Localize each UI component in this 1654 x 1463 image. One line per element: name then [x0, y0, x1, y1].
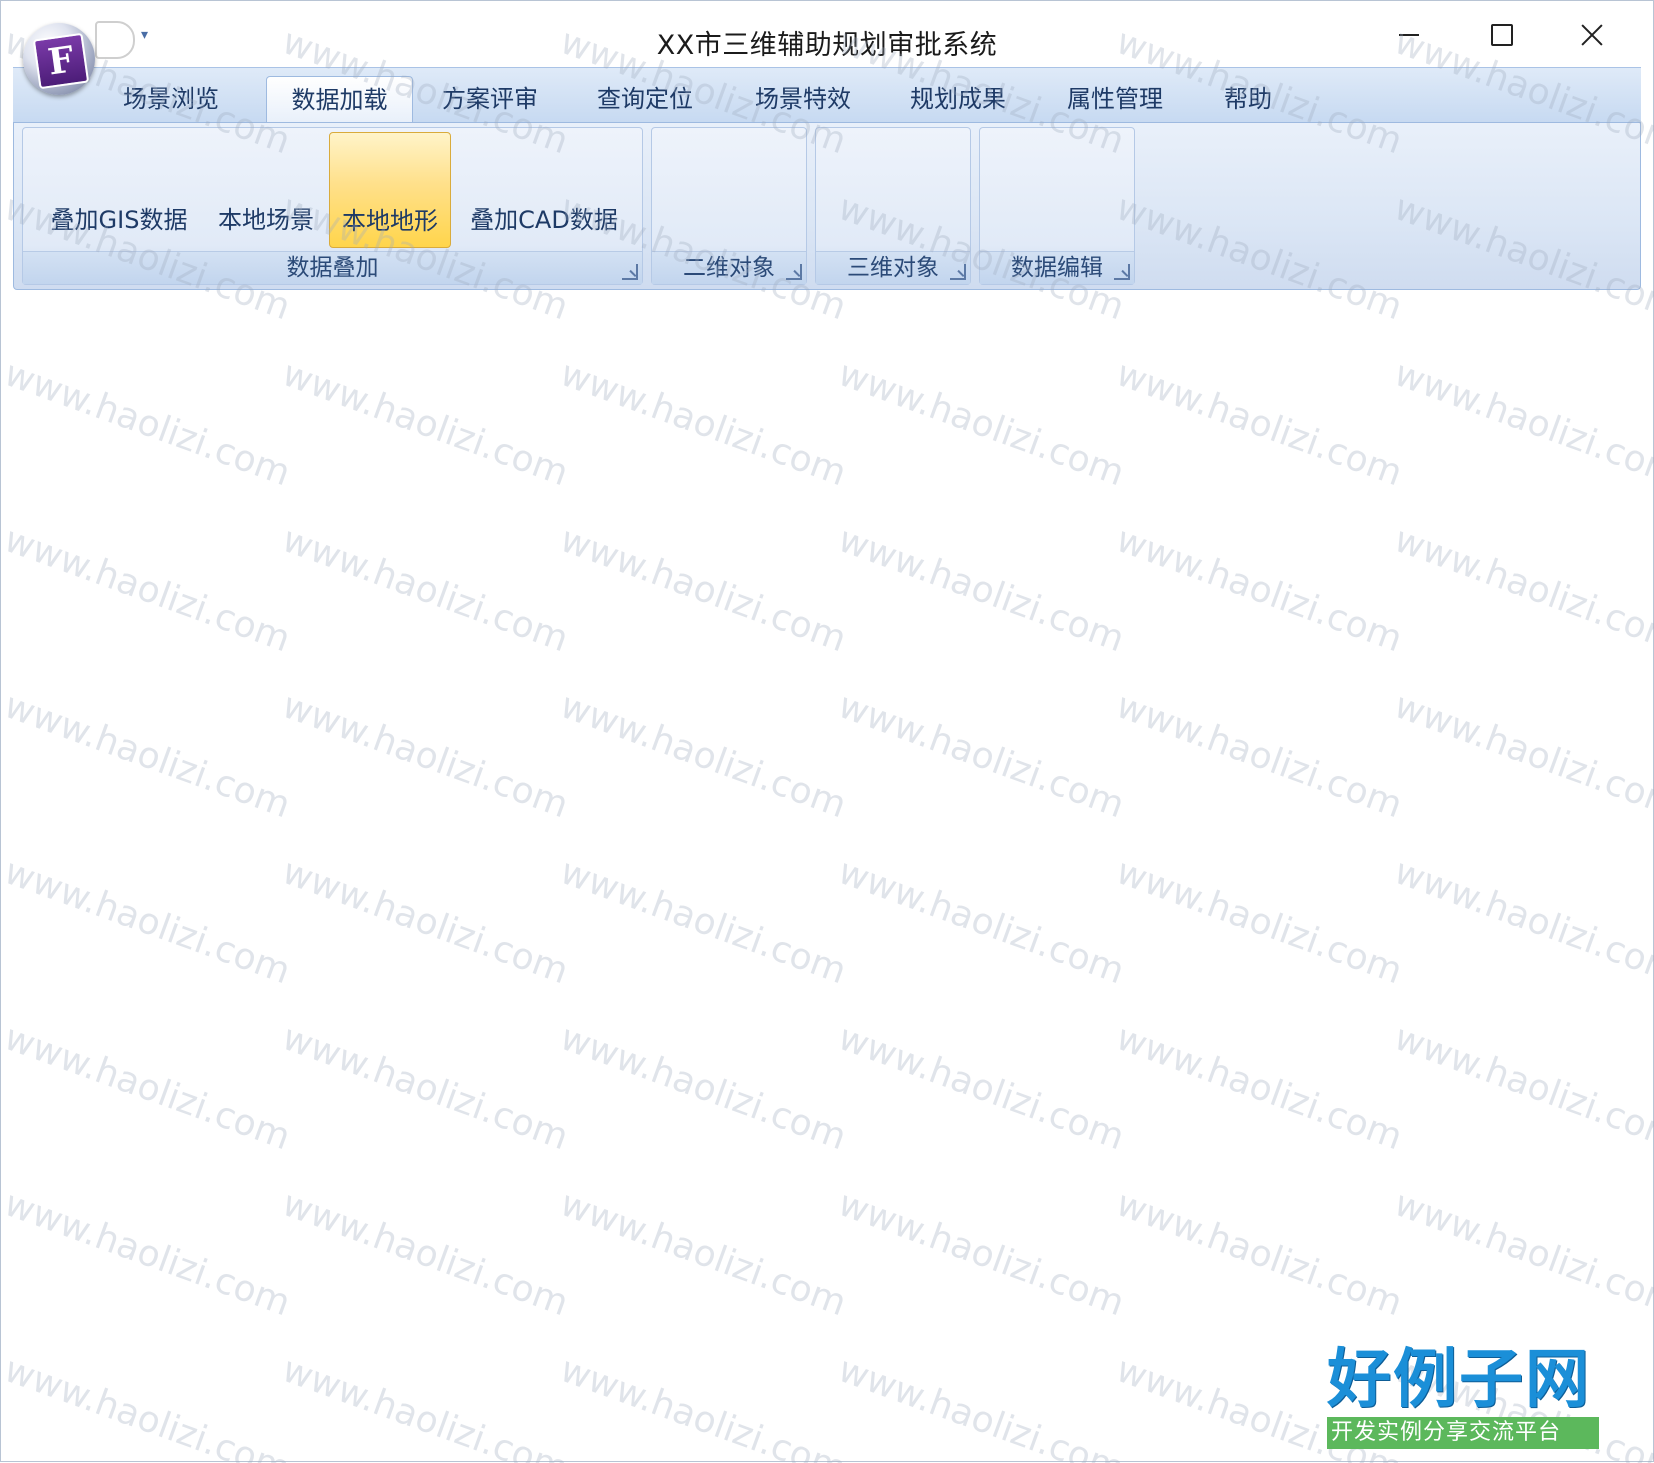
watermark-text: www.haolizi.com: [554, 519, 852, 661]
overlay-gis-data-button[interactable]: 叠加GIS数据: [35, 132, 203, 248]
watermark-text: www.haolizi.com: [554, 1183, 852, 1325]
watermark-text: www.haolizi.com: [832, 1349, 1130, 1463]
watermark-text: www.haolizi.com: [1110, 353, 1408, 495]
group-caption: 数据编辑: [980, 251, 1134, 284]
brand-subtitle: 开发实例分享交流平台: [1327, 1417, 1599, 1449]
watermark-text: www.haolizi.com: [1, 1017, 296, 1159]
watermark-text: www.haolizi.com: [276, 851, 574, 993]
tab-data-load[interactable]: 数据加载: [266, 76, 413, 125]
watermark-text: www.haolizi.com: [832, 519, 1130, 661]
tab-query-locate[interactable]: 查询定位: [579, 76, 711, 124]
watermark-text: www.haolizi.com: [276, 1017, 574, 1159]
watermark-text: www.haolizi.com: [1110, 519, 1408, 661]
quick-access-dropdown-icon[interactable]: ▾: [141, 27, 148, 43]
watermark-text: www.haolizi.com: [1110, 685, 1408, 827]
tab-scene-browse[interactable]: 场景浏览: [105, 76, 237, 124]
group-3d-objects: 三维对象: [815, 127, 971, 285]
watermark-text: www.haolizi.com: [1110, 1017, 1408, 1159]
dialog-launcher-icon[interactable]: [950, 264, 966, 280]
watermark-text: www.haolizi.com: [1110, 851, 1408, 993]
app-logo-icon: F: [32, 32, 90, 90]
watermark-text: www.haolizi.com: [1388, 1183, 1654, 1325]
watermark-text: www.haolizi.com: [1388, 1017, 1654, 1159]
watermark-text: www.haolizi.com: [554, 353, 852, 495]
watermark-text: www.haolizi.com: [832, 353, 1130, 495]
local-scene-button[interactable]: 本地场景: [211, 132, 321, 248]
ribbon-tab-bar: 场景浏览 数据加载 方案评审 查询定位 场景特效 规划成果 属性管理 帮助: [13, 67, 1641, 125]
watermark-text: www.haolizi.com: [276, 685, 574, 827]
local-terrain-button[interactable]: 本地地形: [329, 132, 451, 248]
tab-attribute-management[interactable]: 属性管理: [1049, 76, 1181, 124]
watermark-text: www.haolizi.com: [276, 1349, 574, 1463]
dialog-launcher-icon[interactable]: [622, 264, 638, 280]
watermark-text: www.haolizi.com: [1388, 353, 1654, 495]
group-2d-objects: 二维对象: [651, 127, 807, 285]
watermark-text: www.haolizi.com: [554, 1349, 852, 1463]
tab-plan-review[interactable]: 方案评审: [424, 76, 556, 124]
watermark-text: www.haolizi.com: [1, 1183, 296, 1325]
watermark-text: www.haolizi.com: [1110, 1183, 1408, 1325]
quick-access-icon[interactable]: [95, 21, 135, 59]
dialog-launcher-icon[interactable]: [1114, 264, 1130, 280]
watermark-text: www.haolizi.com: [1, 685, 296, 827]
group-data-overlay: 叠加GIS数据 本地场景 本地地形 叠加CAD数据 数据叠加: [22, 127, 643, 285]
watermark-text: www.haolizi.com: [276, 353, 574, 495]
tab-planning-results[interactable]: 规划成果: [892, 76, 1024, 124]
watermark-text: www.haolizi.com: [1, 1349, 296, 1463]
watermark-text: www.haolizi.com: [1388, 685, 1654, 827]
brand-title: 好例子网: [1327, 1342, 1591, 1417]
application-menu-button[interactable]: F: [23, 23, 95, 95]
watermark-text: www.haolizi.com: [832, 685, 1130, 827]
watermark-text: www.haolizi.com: [1, 519, 296, 661]
watermark-text: www.haolizi.com: [276, 1183, 574, 1325]
watermark-text: www.haolizi.com: [1, 353, 296, 495]
watermark-text: www.haolizi.com: [1388, 851, 1654, 993]
watermark-text: www.haolizi.com: [832, 1183, 1130, 1325]
group-data-edit: 数据编辑: [979, 127, 1135, 285]
close-button[interactable]: [1563, 15, 1623, 55]
overlay-cad-data-button[interactable]: 叠加CAD数据: [459, 132, 629, 248]
application-window: XX市三维辅助规划审批系统 ▾ F 场景浏览 数据加载 方案评审 查询定位 场景…: [0, 0, 1654, 1463]
watermark-text: www.haolizi.com: [832, 851, 1130, 993]
watermark-text: www.haolizi.com: [832, 1017, 1130, 1159]
watermark-text: www.haolizi.com: [276, 519, 574, 661]
dialog-launcher-icon[interactable]: [786, 264, 802, 280]
tab-help[interactable]: 帮助: [1208, 76, 1288, 124]
minimize-button[interactable]: [1379, 15, 1439, 55]
brand-logo: 好例子网 开发实例分享交流平台: [1327, 1345, 1599, 1449]
group-caption: 三维对象: [816, 251, 970, 284]
ribbon-panel: 叠加GIS数据 本地场景 本地地形 叠加CAD数据 数据叠加 二维对象 三维对象…: [13, 122, 1641, 290]
title-bar: XX市三维辅助规划审批系统 ▾: [1, 1, 1653, 67]
tab-scene-effects[interactable]: 场景特效: [737, 76, 869, 124]
watermark-text: www.haolizi.com: [1, 851, 296, 993]
maximize-button[interactable]: [1471, 15, 1531, 55]
watermark-text: www.haolizi.com: [554, 1017, 852, 1159]
watermark-text: www.haolizi.com: [554, 685, 852, 827]
watermark-text: www.haolizi.com: [554, 851, 852, 993]
group-caption: 二维对象: [652, 251, 806, 284]
group-caption: 数据叠加: [23, 251, 642, 284]
watermark-text: www.haolizi.com: [1388, 519, 1654, 661]
